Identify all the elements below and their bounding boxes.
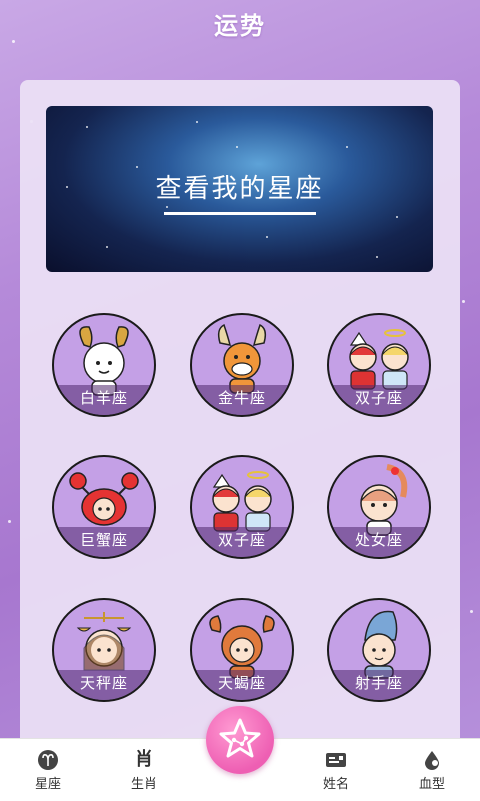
tab-label: 血型 (418, 777, 445, 792)
zodiac-scorpio[interactable]: 天蝎座 (190, 598, 294, 702)
tab-label: 星座 (34, 777, 61, 792)
zodiac-gemini-2[interactable]: 双子座 (190, 455, 294, 559)
aries-symbol-icon (38, 750, 58, 770)
page-title: 运势 (214, 12, 266, 40)
xiao-character-icon: 肖 (135, 749, 153, 770)
sparkle (470, 610, 473, 613)
tab-zodiac[interactable]: 星座 (8, 739, 88, 801)
zodiac-name: 天蝎座 (192, 670, 292, 700)
banner-underline (164, 212, 316, 215)
zodiac-libra[interactable]: 天秤座 (52, 598, 156, 702)
zodiac-taurus[interactable]: 金牛座 (190, 313, 294, 417)
blood-drop-icon (425, 751, 439, 770)
zodiac-name: 天秤座 (54, 670, 154, 700)
zodiac-name: 金牛座 (192, 385, 292, 415)
sparkle (462, 300, 465, 303)
zodiac-name: 巨蟹座 (54, 527, 154, 557)
name-card-icon (326, 753, 346, 767)
star-constellation-icon (219, 718, 261, 758)
center-constellation-button[interactable] (206, 706, 274, 774)
zodiac-name: 白羊座 (54, 385, 154, 415)
tab-name[interactable]: 姓名 (296, 739, 376, 801)
tab-blood-type[interactable]: 血型 (392, 739, 472, 801)
zodiac-card: 查看我的星座 白羊座 金牛座 双子座 巨蟹座 双子座 处女座 天秤座 天蝎座 射… (20, 80, 460, 750)
tab-label: 姓名 (322, 777, 349, 792)
zodiac-name: 射手座 (329, 670, 429, 700)
sparkle (8, 520, 11, 523)
zodiac-name: 双子座 (329, 385, 429, 415)
zodiac-virgo[interactable]: 处女座 (327, 455, 431, 559)
zodiac-gemini[interactable]: 双子座 (327, 313, 431, 417)
zodiac-cancer[interactable]: 巨蟹座 (52, 455, 156, 559)
zodiac-name: 处女座 (329, 527, 429, 557)
zodiac-aries[interactable]: 白羊座 (52, 313, 156, 417)
tab-chinese-zodiac[interactable]: 肖 生肖 (104, 739, 184, 801)
my-zodiac-banner[interactable]: 查看我的星座 (46, 106, 433, 272)
zodiac-sagittarius[interactable]: 射手座 (327, 598, 431, 702)
banner-label: 查看我的星座 (155, 174, 324, 204)
zodiac-name: 双子座 (192, 527, 292, 557)
tab-label: 生肖 (130, 777, 157, 792)
